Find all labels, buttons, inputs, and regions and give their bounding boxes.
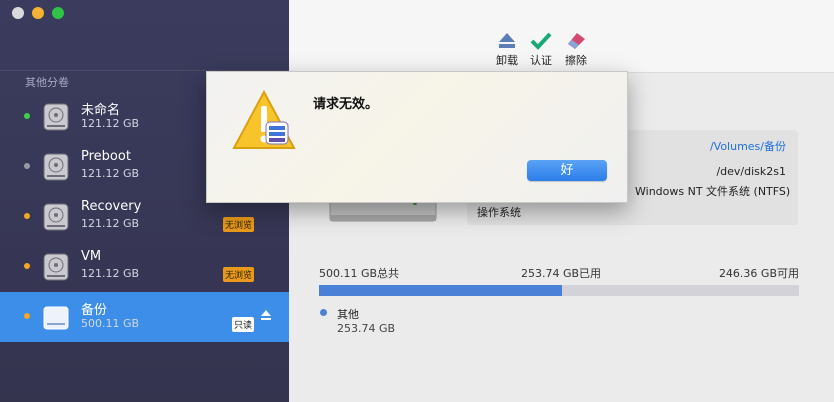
- unmount-button[interactable]: 卸载: [489, 32, 525, 68]
- os-label: 操作系统: [477, 206, 521, 219]
- status-dot: [24, 113, 30, 119]
- mount-point[interactable]: /Volumes/备份: [710, 138, 786, 154]
- volume-name: Preboot: [81, 149, 131, 164]
- erase-label: 擦除: [565, 54, 587, 67]
- capacity-free: 246.36 GB可用: [718, 267, 799, 280]
- legend-name: 其他: [337, 308, 359, 321]
- sidebar-item-volume-selected[interactable]: 备份 500.11 GB 只读: [0, 292, 289, 342]
- capacity-bar: [319, 285, 799, 296]
- disk-icon: [43, 153, 69, 181]
- disk-icon: [43, 253, 69, 281]
- eject-icon: [499, 33, 515, 48]
- app-window: 其他分卷 未命名 121.12 GB Preboot 121.12 GB Rec…: [0, 0, 834, 402]
- toolbar: 卸载 认证 擦除: [289, 0, 834, 73]
- volume-name: VM: [81, 249, 102, 264]
- status-dot: [24, 263, 30, 269]
- legend-value: 253.74 GB: [337, 322, 396, 335]
- maximize-window-button[interactable]: [52, 7, 64, 19]
- verify-label: 认证: [530, 54, 552, 67]
- minimize-window-button[interactable]: [32, 7, 44, 19]
- sidebar-item-volume[interactable]: VM 121.12 GB 无浏览: [0, 242, 289, 292]
- status-dot: [24, 313, 30, 319]
- erase-button[interactable]: 擦除: [558, 32, 594, 68]
- eraser-icon: [568, 33, 585, 49]
- disk-icon: [43, 103, 69, 131]
- legend-dot: [320, 309, 327, 316]
- capacity-used: 253.74 GB已用: [521, 267, 602, 280]
- filesystem-type: Windows NT 文件系统 (NTFS): [635, 185, 791, 198]
- warning-icon: [232, 90, 296, 149]
- window-controls: [12, 7, 64, 19]
- capacity-bar-used: [319, 285, 563, 296]
- external-disk-icon: [43, 306, 69, 330]
- eject-icon[interactable]: [259, 308, 273, 322]
- verify-button[interactable]: 认证: [523, 32, 559, 68]
- volume-size: 121.12 GB: [81, 267, 140, 280]
- volume-size: 121.12 GB: [81, 117, 140, 130]
- volume-size: 121.12 GB: [81, 167, 140, 180]
- volume-name: 备份: [81, 303, 108, 318]
- ok-button[interactable]: 好: [527, 160, 607, 181]
- alert-dialog: 请求无效。 好: [206, 71, 628, 203]
- no-browse-badge: 无浏览: [223, 267, 255, 282]
- volume-size: 121.12 GB: [81, 217, 140, 230]
- no-browse-badge: 无浏览: [223, 217, 255, 232]
- alert-message: 请求无效。: [313, 97, 379, 112]
- checkmark-icon: [530, 32, 552, 50]
- read-only-badge: 只读: [232, 317, 255, 332]
- close-window-button[interactable]: [12, 7, 24, 19]
- status-dot: [24, 213, 30, 219]
- volume-name: Recovery: [81, 199, 142, 214]
- disk-icon: [43, 203, 69, 231]
- sidebar-section-label: 其他分卷: [25, 76, 69, 89]
- capacity-total: 500.11 GB总共: [319, 267, 400, 280]
- status-dot: [24, 163, 30, 169]
- unmount-label: 卸载: [496, 54, 518, 67]
- volume-name: 未命名: [81, 103, 121, 118]
- device-path: /dev/disk2s1: [716, 165, 786, 178]
- volume-size: 500.11 GB: [81, 317, 140, 330]
